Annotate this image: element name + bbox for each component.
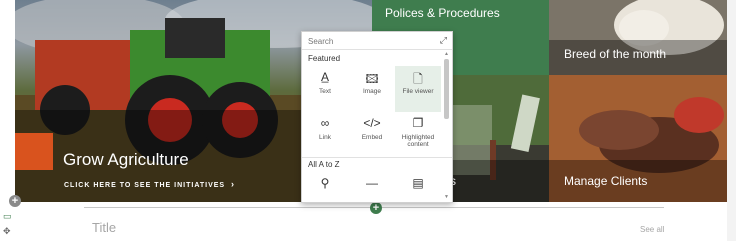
right-scroll-edge bbox=[727, 0, 736, 241]
webpart-highlighted-content[interactable]: ❐ Highlighted content bbox=[395, 112, 441, 158]
webpart-divider[interactable]: — bbox=[349, 172, 395, 202]
person-icon: ⚲ bbox=[320, 176, 330, 190]
webpart-text[interactable]: A̲ Text bbox=[302, 66, 348, 112]
atoz-heading: All A to Z bbox=[308, 160, 340, 169]
webpart-toolbox: Search ⤢ Featured A̲ Text 🖾 Image 🗋 File… bbox=[301, 31, 453, 203]
embed-icon: </> bbox=[363, 116, 381, 130]
webpart-file-viewer[interactable]: 🗋 File viewer bbox=[395, 66, 441, 112]
sheep-image bbox=[549, 0, 727, 75]
comment-icon[interactable]: ▭ bbox=[3, 211, 12, 222]
toolbox-search-input[interactable]: Search bbox=[308, 37, 333, 46]
scroll-up-icon[interactable]: ▲ bbox=[444, 51, 449, 57]
webpart-embed[interactable]: </> Embed bbox=[349, 112, 395, 158]
hero-title: Grow Agriculture bbox=[63, 150, 189, 169]
hero-accent-block bbox=[15, 133, 53, 170]
add-section-icon[interactable]: + bbox=[9, 195, 21, 207]
webpart-link[interactable]: ∞ Link bbox=[302, 112, 348, 158]
tile-clients[interactable]: Manage Clients bbox=[549, 75, 727, 202]
featured-heading: Featured bbox=[308, 54, 341, 63]
webpart-image[interactable]: 🖾 Image bbox=[349, 66, 395, 112]
document-library-icon: ▤ bbox=[412, 176, 424, 190]
divider-icon: — bbox=[366, 176, 378, 190]
image-icon: 🖾 bbox=[365, 72, 379, 86]
webpart-text-label: Text bbox=[319, 88, 331, 95]
toolbox-search-underline bbox=[302, 49, 452, 50]
webpart-link-label: Link bbox=[319, 134, 331, 141]
chevron-right-icon: › bbox=[231, 179, 236, 189]
expand-icon[interactable]: ⤢ bbox=[440, 35, 447, 46]
text-icon: A̲ bbox=[320, 70, 329, 84]
link-icon: ∞ bbox=[320, 116, 330, 130]
move-icon[interactable]: ✥ bbox=[3, 226, 11, 237]
tile-clients-label: Manage Clients bbox=[564, 174, 648, 188]
webpart-people[interactable]: ⚲ bbox=[302, 172, 348, 202]
hero-link-text[interactable]: CLICK HERE TO SEE THE INITIATIVES bbox=[64, 182, 225, 189]
webpart-image-label: Image bbox=[362, 88, 382, 95]
webpart-document-library[interactable]: ▤ bbox=[395, 172, 441, 202]
webpart-file-viewer-label: File viewer bbox=[402, 88, 434, 95]
hero-link[interactable]: CLICK HERE TO SEE THE INITIATIVES › bbox=[64, 179, 235, 189]
tile-breed[interactable]: Breed of the month bbox=[549, 0, 727, 75]
tile-policies-label: Polices & Procedures bbox=[385, 6, 500, 20]
see-all-link[interactable]: See all bbox=[640, 225, 664, 234]
webpart-embed-label: Embed bbox=[361, 134, 383, 141]
tile-breed-label: Breed of the month bbox=[564, 47, 667, 61]
highlighted-content-icon: ❐ bbox=[412, 116, 424, 130]
toolbox-group-divider bbox=[302, 157, 452, 158]
webpart-highlighted-content-label: Highlighted content bbox=[401, 134, 435, 148]
file-icon: 🗋 bbox=[413, 72, 423, 86]
scroll-down-icon[interactable]: ▼ bbox=[444, 194, 449, 200]
toolbox-scrollbar[interactable] bbox=[444, 59, 449, 119]
add-webpart-icon[interactable]: + bbox=[370, 202, 382, 214]
section-title-placeholder[interactable]: Title bbox=[92, 220, 116, 235]
